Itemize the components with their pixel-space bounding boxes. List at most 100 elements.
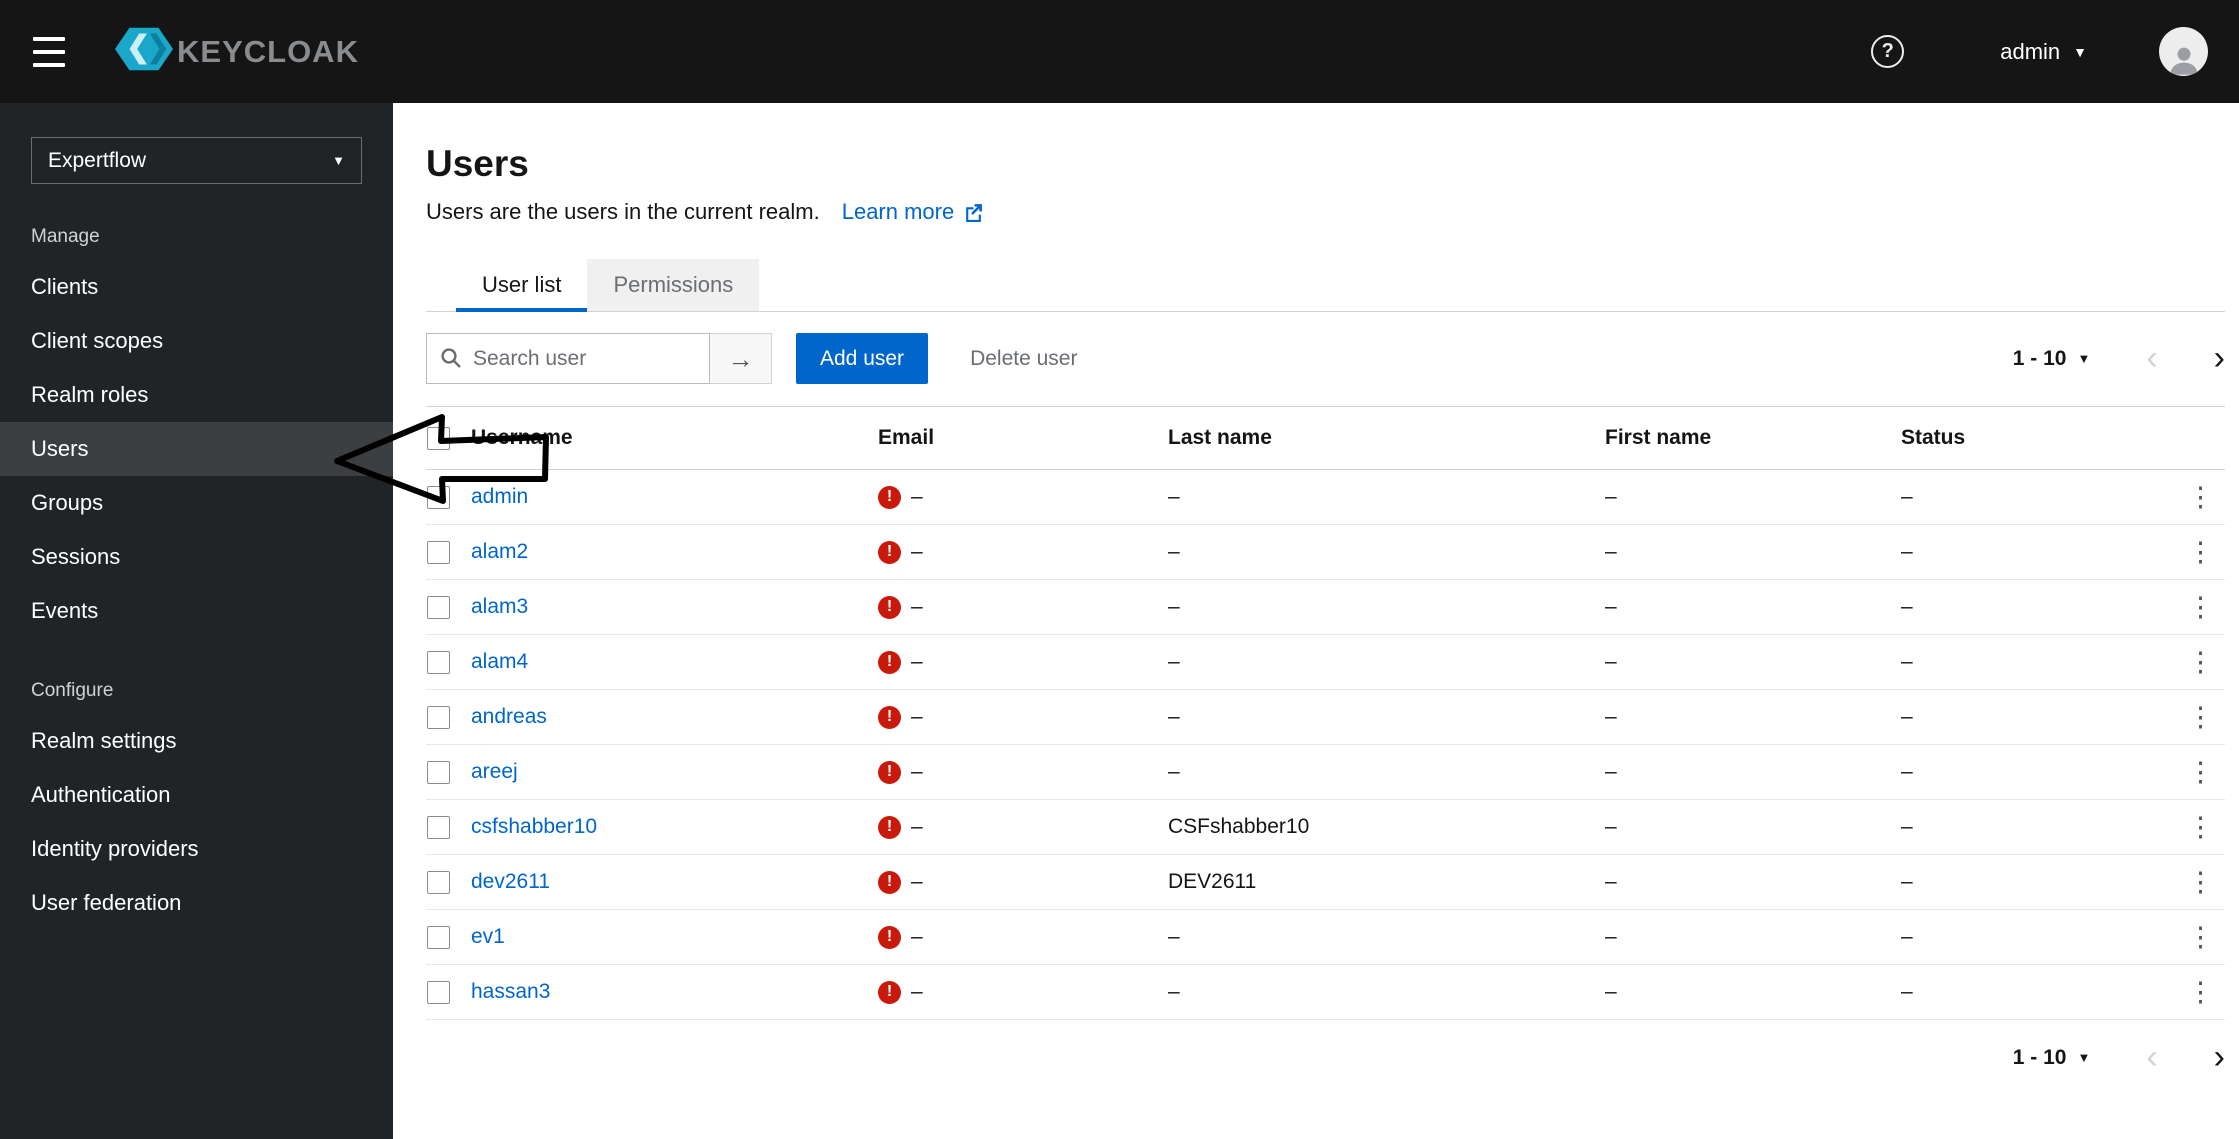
email-value: – (911, 595, 923, 618)
last-name-value: – (1168, 760, 1180, 783)
email-warning-icon: ! (878, 540, 901, 564)
row-kebab-menu[interactable]: ⋮ (2177, 537, 2225, 568)
learn-more-link[interactable]: Learn more (842, 199, 985, 225)
sidebar-item-clients[interactable]: Clients (0, 260, 393, 314)
username-link[interactable]: andreas (471, 705, 547, 728)
column-header-first-name: First name (1605, 426, 1712, 449)
row-checkbox[interactable] (427, 485, 450, 509)
last-name-value: – (1168, 925, 1180, 948)
email-warning-icon: ! (878, 650, 901, 674)
table-row: hassan3! – – – – ⋮ (426, 965, 2225, 1020)
chevron-down-icon: ▼ (2077, 351, 2091, 366)
page-subtitle: Users are the users in the current realm… (426, 199, 2225, 225)
row-kebab-menu[interactable]: ⋮ (2177, 922, 2225, 953)
email-value: – (911, 705, 923, 728)
row-kebab-menu[interactable]: ⋮ (2177, 757, 2225, 788)
row-kebab-menu[interactable]: ⋮ (2177, 482, 2225, 513)
users-table: Username Email Last name First name Stat… (426, 406, 2225, 1020)
tab-bar: User list Permissions (426, 259, 2225, 312)
column-header-email: Email (878, 426, 935, 449)
next-page-button[interactable]: › (2214, 1040, 2225, 1074)
external-link-icon (963, 202, 984, 223)
column-header-username: Username (471, 426, 573, 449)
last-name-value: DEV2611 (1168, 870, 1257, 893)
search-input[interactable] (426, 333, 710, 384)
help-icon[interactable]: ? (1871, 35, 1905, 68)
username-link[interactable]: admin (471, 485, 528, 508)
tab-permissions[interactable]: Permissions (587, 259, 760, 311)
first-name-value: – (1605, 760, 1617, 783)
sidebar-item-sessions[interactable]: Sessions (0, 530, 393, 584)
table-row: alam2! – – – – ⋮ (426, 525, 2225, 580)
row-checkbox[interactable] (427, 870, 450, 894)
sidebar-item-user-federation[interactable]: User federation (0, 876, 393, 930)
last-name-value: – (1168, 540, 1180, 563)
username-link[interactable]: csfshabber10 (471, 815, 597, 838)
sidebar-item-authentication[interactable]: Authentication (0, 768, 393, 822)
row-checkbox[interactable] (427, 760, 450, 784)
last-name-value: CSFshabber10 (1168, 815, 1310, 838)
row-kebab-menu[interactable]: ⋮ (2177, 647, 2225, 678)
row-checkbox[interactable] (427, 705, 450, 729)
username-link[interactable]: areej (471, 760, 518, 783)
pagination-top: 1 - 10 ▼ ‹ › (2013, 341, 2225, 375)
realm-selector[interactable]: Expertflow ▼ (31, 137, 362, 184)
table-row: csfshabber10! – CSFshabber10– – ⋮ (426, 800, 2225, 855)
username-link[interactable]: alam4 (471, 650, 528, 673)
first-name-value: – (1605, 870, 1617, 893)
page-range-dropdown[interactable]: 1 - 10 ▼ (2013, 347, 2091, 371)
row-checkbox[interactable] (427, 925, 450, 949)
username-link[interactable]: ev1 (471, 925, 505, 948)
email-warning-icon: ! (878, 760, 901, 784)
email-warning-icon: ! (878, 485, 901, 509)
sidebar-item-realm-roles[interactable]: Realm roles (0, 368, 393, 422)
delete-user-button[interactable]: Delete user (970, 347, 1077, 371)
avatar[interactable] (2159, 27, 2208, 76)
row-kebab-menu[interactable]: ⋮ (2177, 592, 2225, 623)
sidebar-item-groups[interactable]: Groups (0, 476, 393, 530)
status-value: – (1901, 650, 1913, 673)
last-name-value: – (1168, 705, 1180, 728)
sidebar-item-users[interactable]: Users (0, 422, 393, 476)
search-submit-button[interactable]: → (710, 333, 772, 384)
username-link[interactable]: hassan3 (471, 980, 550, 1003)
row-kebab-menu[interactable]: ⋮ (2177, 977, 2225, 1008)
page-range-dropdown[interactable]: 1 - 10 ▼ (2013, 1046, 2091, 1070)
select-all-checkbox[interactable] (427, 426, 450, 450)
prev-page-button[interactable]: ‹ (2146, 1040, 2157, 1074)
status-value: – (1901, 980, 1913, 1003)
hamburger-menu-button[interactable] (33, 35, 77, 69)
sidebar-item-identity-providers[interactable]: Identity providers (0, 822, 393, 876)
row-checkbox[interactable] (427, 815, 450, 839)
chevron-down-icon: ▼ (332, 153, 345, 168)
username-link[interactable]: dev2611 (471, 870, 550, 893)
row-kebab-menu[interactable]: ⋮ (2177, 702, 2225, 733)
sidebar-item-realm-settings[interactable]: Realm settings (0, 714, 393, 768)
email-warning-icon: ! (878, 705, 901, 729)
user-menu[interactable]: admin ▼ (2000, 39, 2087, 65)
username-link[interactable]: alam3 (471, 595, 528, 618)
row-checkbox[interactable] (427, 650, 450, 674)
row-checkbox[interactable] (427, 980, 450, 1004)
row-kebab-menu[interactable]: ⋮ (2177, 812, 2225, 843)
row-checkbox[interactable] (427, 595, 450, 619)
nav-section-label-configure: Configure (31, 680, 114, 701)
username-link[interactable]: alam2 (471, 540, 528, 563)
row-checkbox[interactable] (427, 540, 450, 564)
row-kebab-menu[interactable]: ⋮ (2177, 867, 2225, 898)
email-value: – (911, 485, 923, 508)
email-warning-icon: ! (878, 980, 901, 1004)
last-name-value: – (1168, 485, 1180, 508)
add-user-button[interactable]: Add user (796, 333, 929, 384)
prev-page-button[interactable]: ‹ (2146, 341, 2157, 375)
column-header-status: Status (1901, 426, 1966, 449)
tab-user-list[interactable]: User list (456, 259, 588, 312)
sidebar-item-client-scopes[interactable]: Client scopes (0, 314, 393, 368)
table-row: andreas! – – – – ⋮ (426, 690, 2225, 745)
email-value: – (911, 870, 923, 893)
last-name-value: – (1168, 595, 1180, 618)
sidebar-item-events[interactable]: Events (0, 584, 393, 638)
page-range-label: 1 - 10 (2012, 1045, 2067, 1069)
table-header-row: Username Email Last name First name Stat… (426, 406, 2225, 470)
next-page-button[interactable]: › (2214, 341, 2225, 375)
